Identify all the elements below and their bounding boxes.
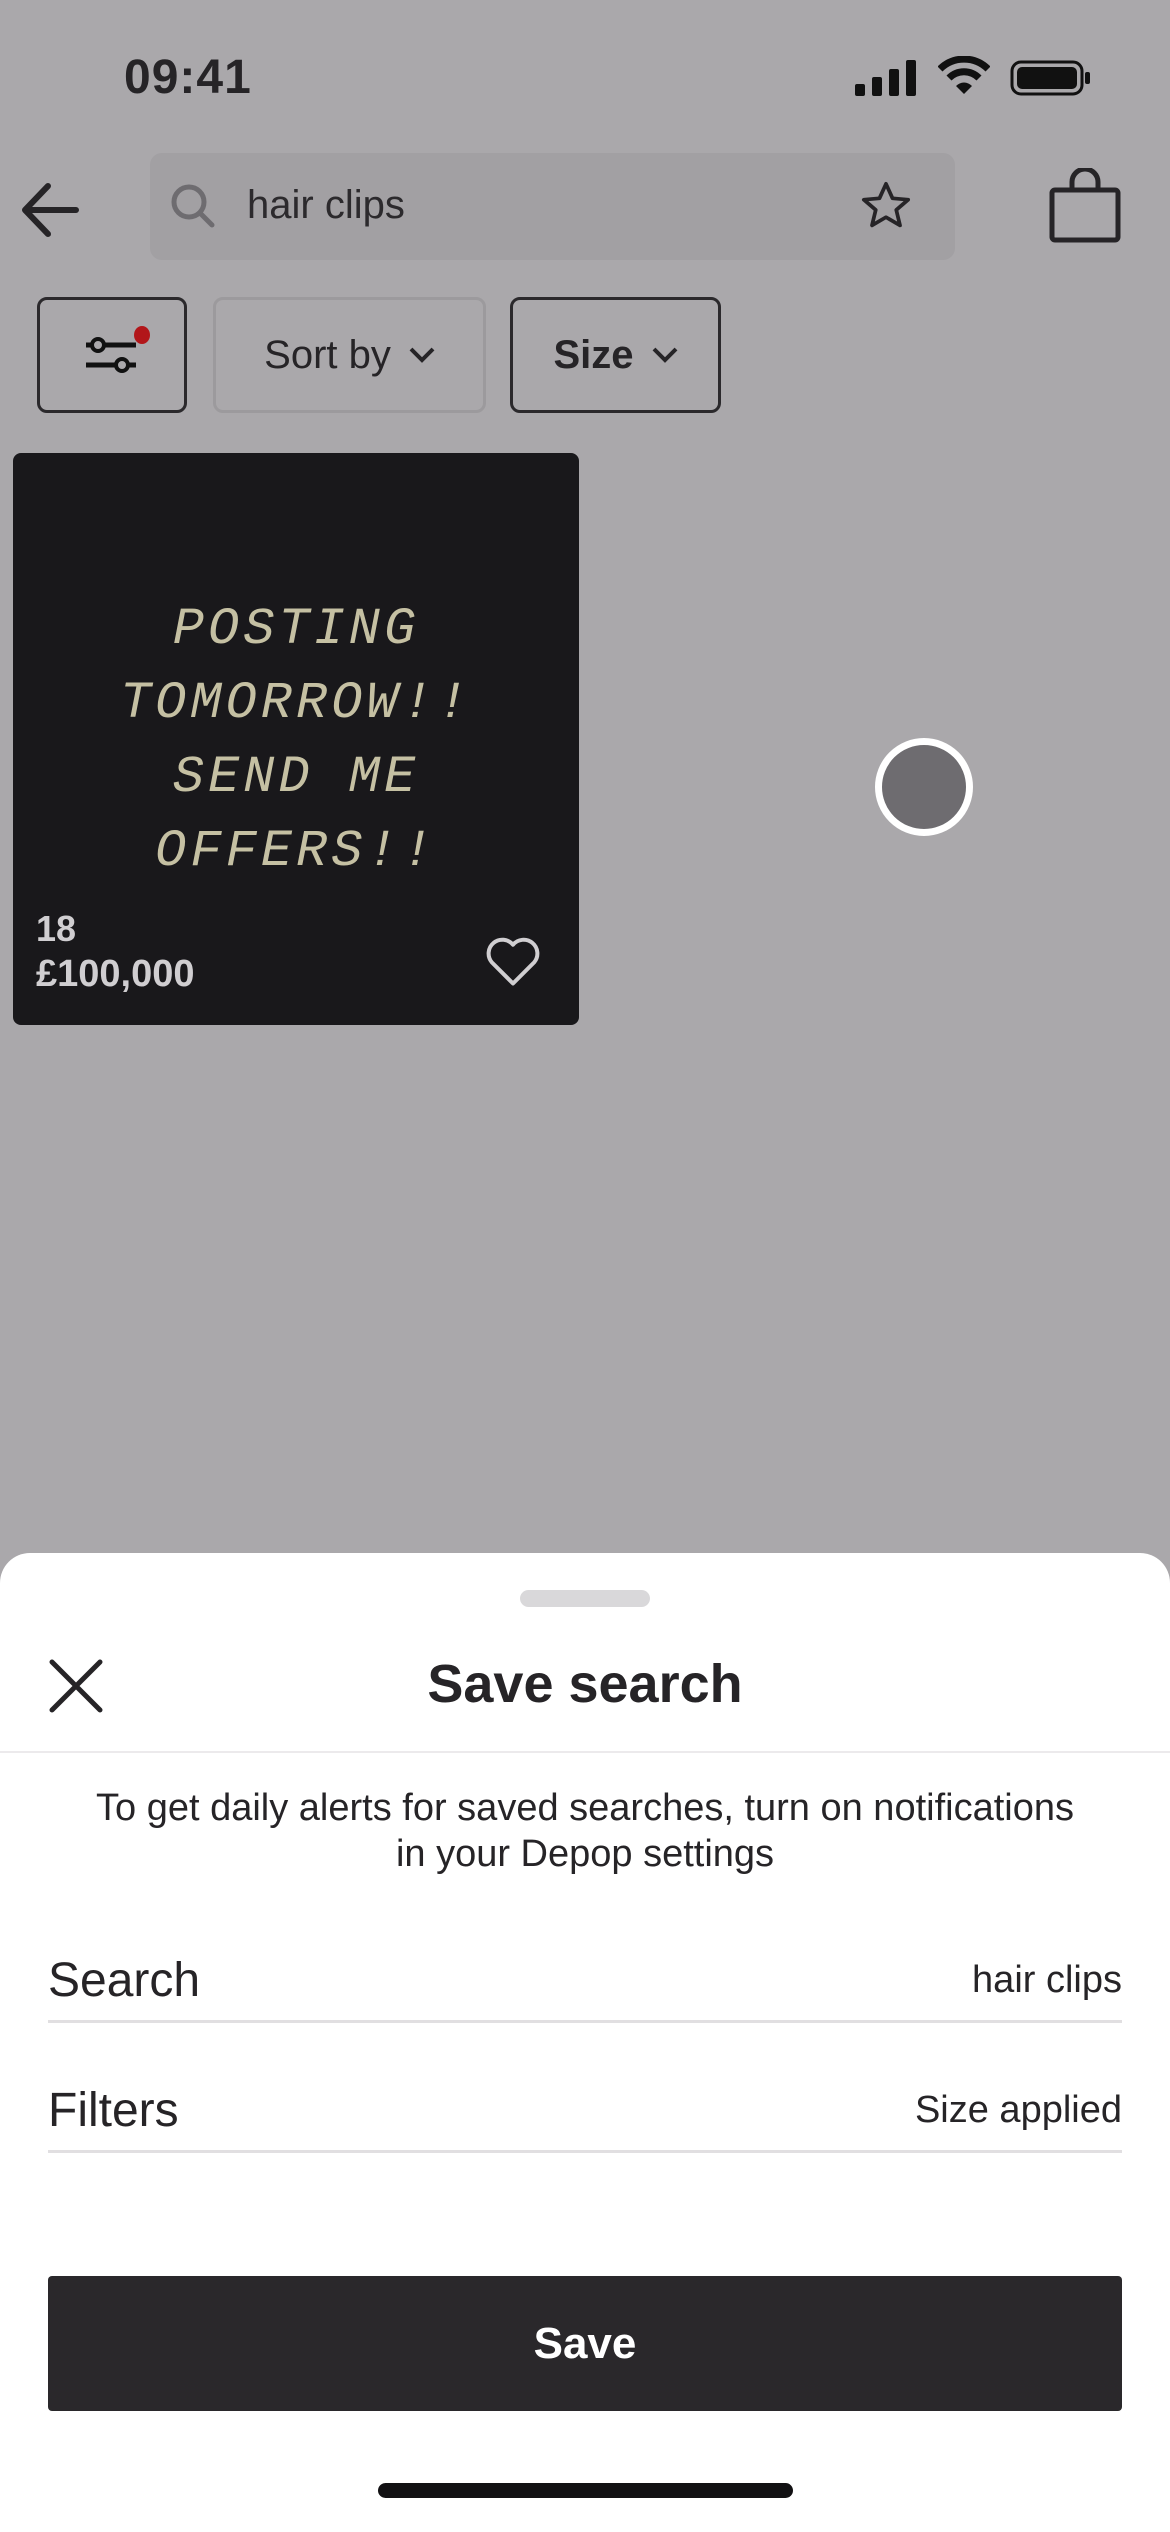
filters-row: Filters Size applied (48, 2070, 1122, 2153)
heart-icon[interactable] (483, 933, 543, 989)
bag-icon[interactable] (1048, 168, 1122, 244)
save-search-star-icon[interactable] (858, 178, 914, 234)
touch-indicator (875, 738, 973, 836)
search-row: Search hair clips (48, 1940, 1122, 2023)
product-image-text: POSTING TOMORROW!! SEND ME OFFERS!! (119, 600, 473, 881)
product-size: 18 (36, 908, 77, 949)
row-label: Search (48, 1953, 201, 2007)
row-value: Size applied (914, 2088, 1122, 2131)
divider (0, 1751, 1170, 1753)
size-label: Size (553, 332, 634, 377)
search-bar[interactable]: hair clips (150, 153, 955, 260)
sliders-icon (86, 337, 136, 373)
battery-icon (1010, 60, 1090, 96)
status-time: 09:41 (124, 51, 252, 104)
size-button[interactable]: Size (510, 297, 721, 413)
chevron-down-icon (409, 347, 435, 363)
search-input[interactable]: hair clips (247, 183, 405, 228)
sheet-drag-handle[interactable] (520, 1590, 650, 1607)
wifi-icon (938, 56, 990, 94)
sheet-title: Save search (427, 1654, 743, 1714)
back-arrow-icon[interactable] (20, 180, 82, 240)
active-filter-dot (134, 326, 150, 344)
product-price: £100,000 (36, 953, 195, 995)
row-label: Filters (48, 2083, 179, 2137)
product-card[interactable]: POSTING TOMORROW!! SEND ME OFFERS!! 18 £… (13, 453, 579, 1025)
search-icon (171, 184, 215, 228)
row-value: hair clips (972, 1958, 1122, 2001)
sort-by-label: Sort by (264, 332, 391, 377)
signal-icon (855, 60, 916, 96)
filter-button[interactable] (37, 297, 187, 413)
save-button[interactable]: Save (48, 2276, 1122, 2411)
home-indicator[interactable] (378, 2483, 793, 2498)
sort-by-button[interactable]: Sort by (213, 297, 486, 413)
chevron-down-icon (652, 347, 677, 363)
notification-info-text: To get daily alerts for saved searches, … (96, 1787, 1074, 1875)
